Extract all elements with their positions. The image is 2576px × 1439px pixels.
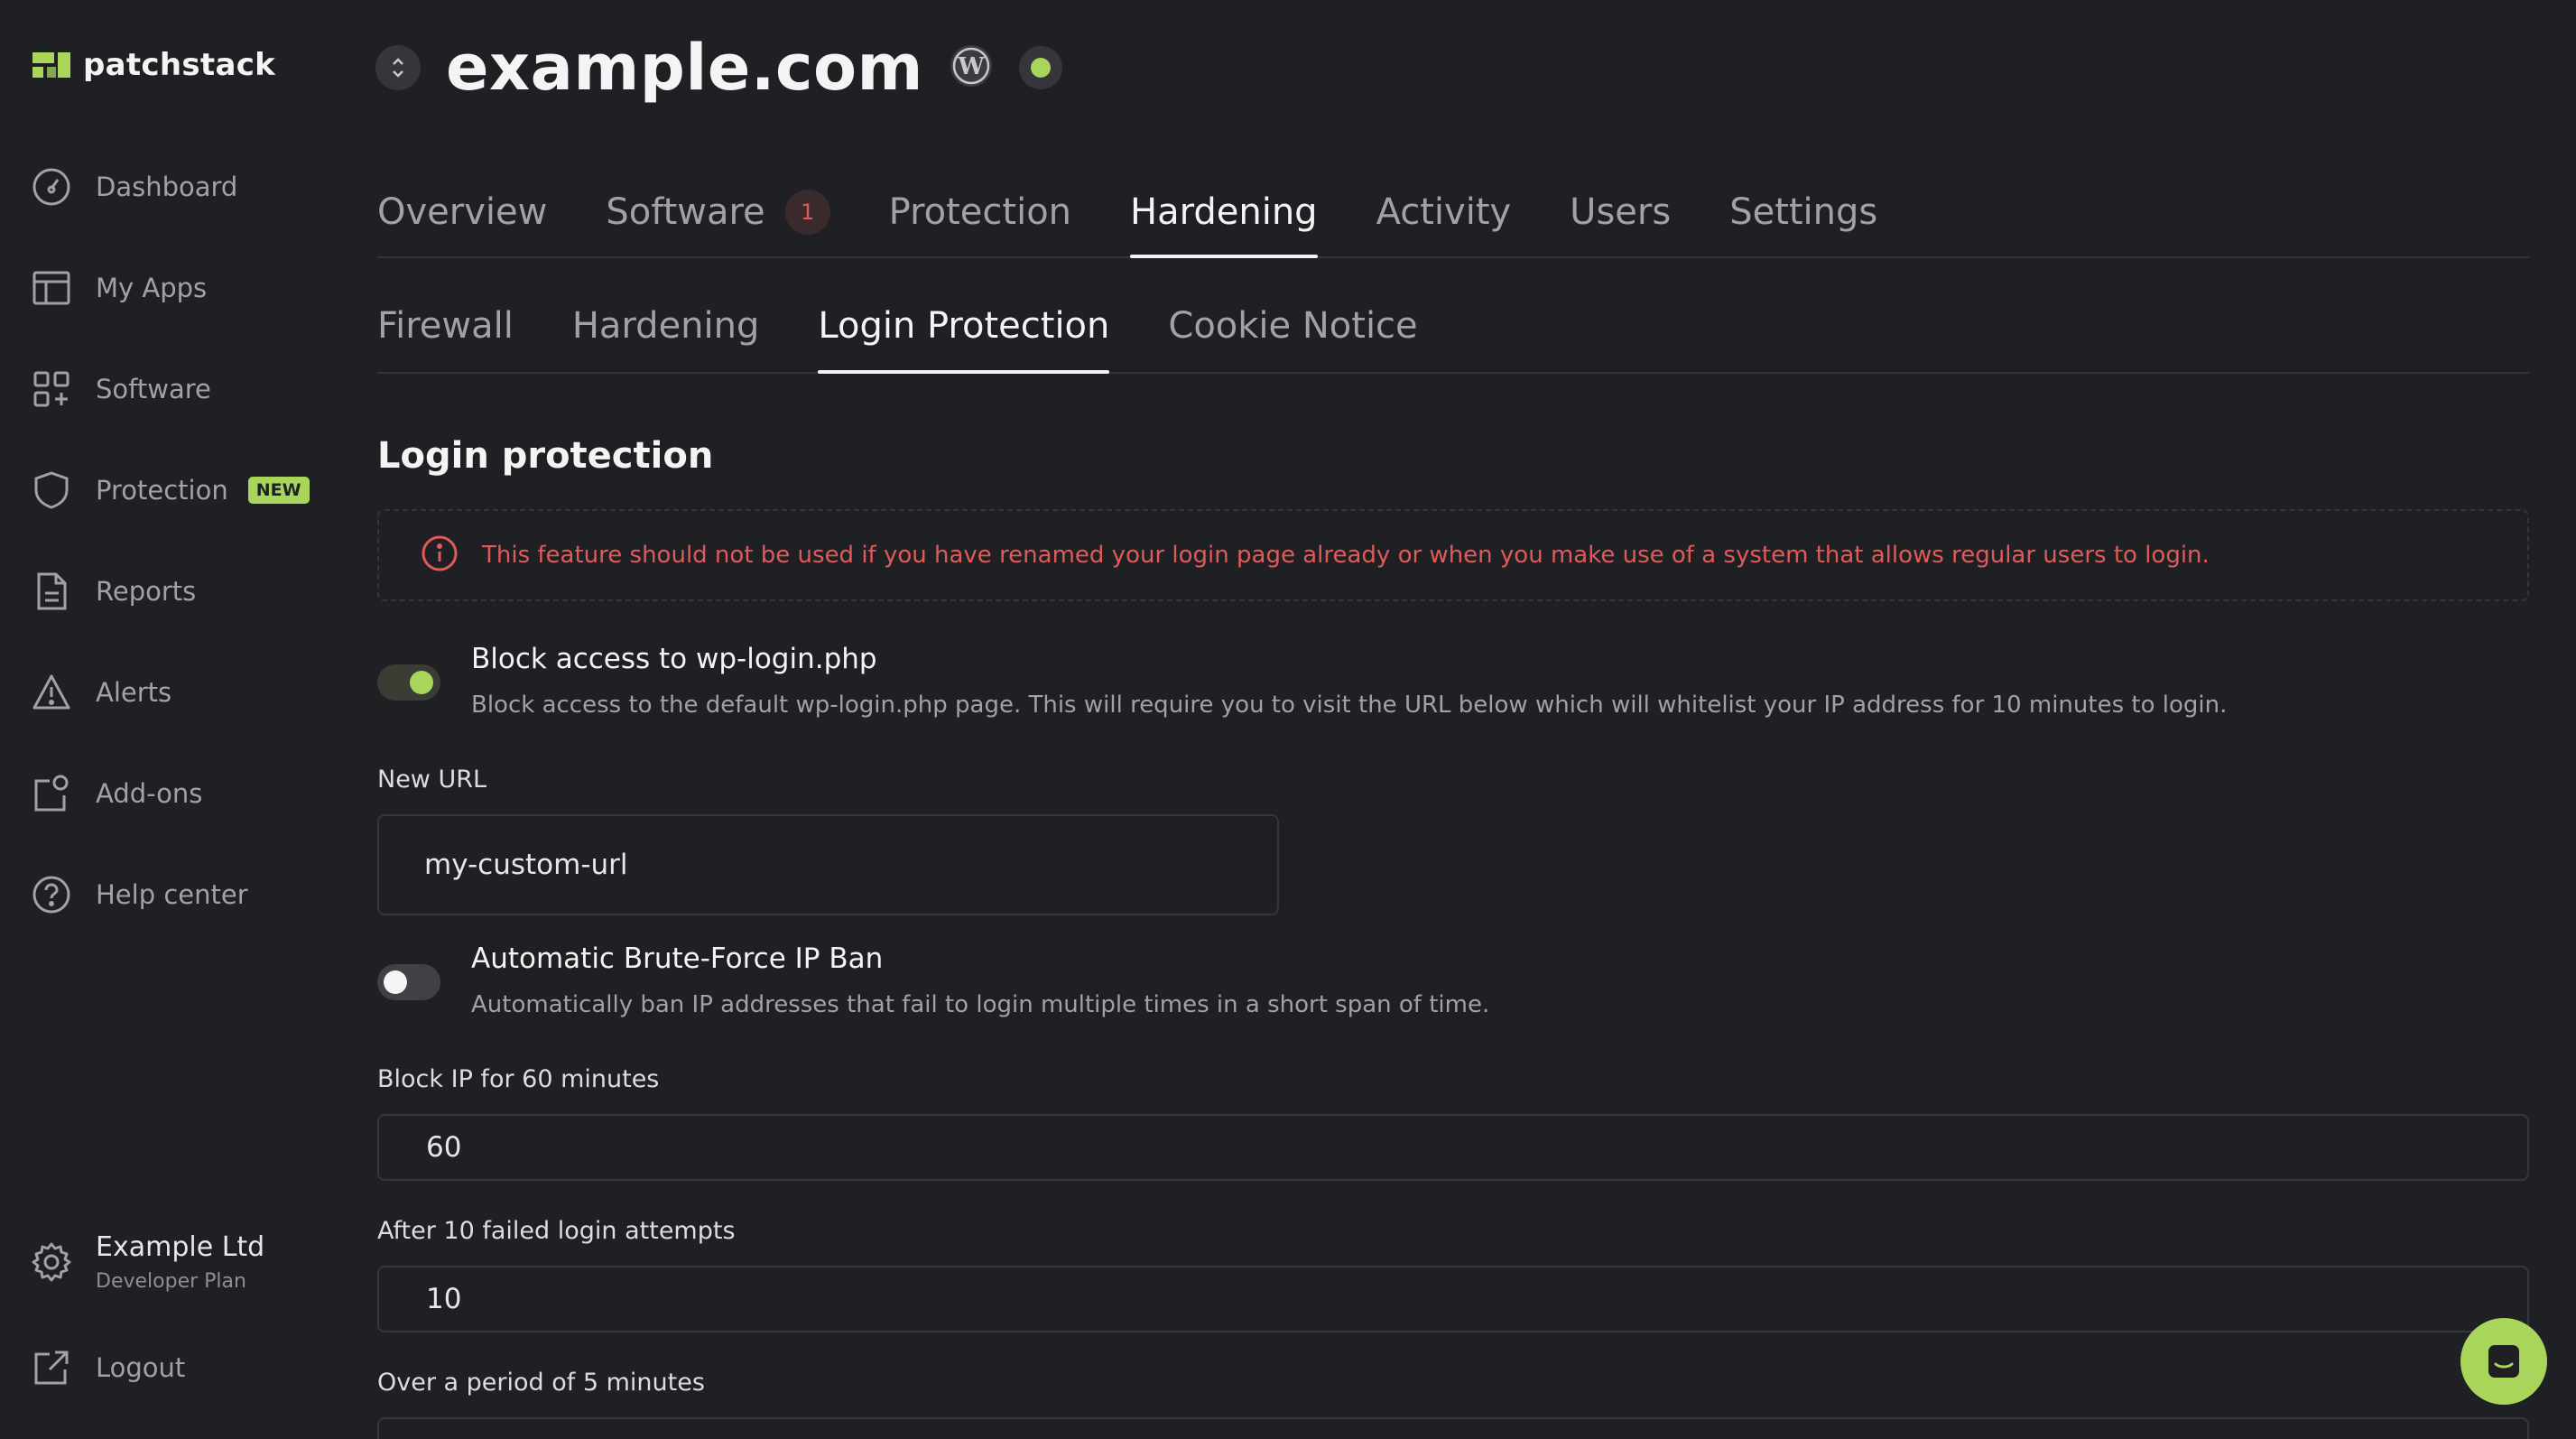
failed-attempts-input[interactable]: 10 (377, 1266, 2529, 1332)
apps-grid-icon (31, 368, 72, 410)
organization-plan: Developer Plan (96, 1270, 246, 1293)
organization-switcher[interactable]: Example Ltd Developer Plan (31, 1231, 264, 1293)
addon-icon (31, 773, 72, 814)
sidebar: patchstack Dashboard My Apps Software Pr… (0, 0, 343, 1439)
warning-text: This feature should not be used if you h… (482, 542, 2210, 569)
brute-force-setting: Automatic Brute-Force IP Ban Automatical… (377, 942, 1489, 1018)
tab-settings[interactable]: Settings (1729, 181, 1877, 256)
info-alert-icon (421, 534, 459, 576)
document-icon (31, 571, 72, 612)
organization-name: Example Ltd (96, 1231, 265, 1263)
period-label: Over a period of 5 minutes (377, 1369, 705, 1397)
gear-icon (31, 1241, 72, 1283)
sub-tabs: Firewall Hardening Login Protection Cook… (377, 298, 2529, 374)
subtab-cookie-notice[interactable]: Cookie Notice (1168, 298, 1417, 372)
sidebar-item-dashboard[interactable]: Dashboard (31, 164, 237, 209)
warning-alert: This feature should not be used if you h… (377, 509, 2529, 601)
brute-force-title: Automatic Brute-Force IP Ban (471, 942, 884, 975)
app-root: patchstack Dashboard My Apps Software Pr… (0, 0, 2576, 1439)
gauge-icon (31, 166, 72, 208)
layout-icon (31, 267, 72, 309)
tab-protection[interactable]: Protection (889, 181, 1071, 256)
sidebar-item-help-center[interactable]: Help center (31, 872, 248, 917)
brute-force-toggle[interactable] (377, 964, 440, 1000)
logout-button[interactable]: Logout (31, 1347, 185, 1388)
site-header: example.com W (375, 27, 1062, 108)
patchstack-logo-icon (32, 49, 70, 81)
main-tabs: Overview Software 1 Protection Hardening… (377, 181, 2529, 258)
wordpress-icon: W (949, 43, 994, 92)
brute-force-description: Automatically ban IP addresses that fail… (471, 991, 1490, 1018)
block-login-description: Block access to the default wp-login.php… (471, 692, 2228, 719)
sidebar-item-software[interactable]: Software (31, 367, 211, 412)
svg-text:W: W (957, 53, 985, 80)
sidebar-item-my-apps[interactable]: My Apps (31, 265, 207, 311)
tab-software[interactable]: Software 1 (606, 181, 830, 256)
new-badge: NEW (247, 477, 310, 504)
tab-users[interactable]: Users (1570, 181, 1671, 256)
failed-attempts-label: After 10 failed login attempts (377, 1217, 736, 1245)
block-minutes-label: Block IP for 60 minutes (377, 1065, 660, 1093)
new-url-input[interactable]: my-custom-url (377, 814, 1279, 915)
brand-logo[interactable]: patchstack (32, 47, 275, 83)
subtab-hardening[interactable]: Hardening (572, 298, 760, 372)
software-count-badge: 1 (784, 190, 830, 235)
section-title: Login protection (377, 435, 714, 477)
sidebar-item-reports[interactable]: Reports (31, 569, 196, 614)
block-minutes-input[interactable]: 60 (377, 1114, 2529, 1181)
sidebar-item-protection[interactable]: Protection NEW (31, 468, 310, 513)
site-title: example.com (446, 31, 923, 105)
subtab-login-protection[interactable]: Login Protection (818, 298, 1110, 374)
warning-icon (31, 672, 72, 713)
site-switcher-button[interactable] (375, 45, 421, 90)
shield-icon (31, 469, 72, 511)
block-login-toggle[interactable] (377, 664, 440, 701)
block-login-title: Block access to wp-login.php (471, 643, 877, 675)
organization-info: Example Ltd Developer Plan (96, 1231, 264, 1293)
sidebar-item-alerts[interactable]: Alerts (31, 670, 171, 715)
help-icon (31, 874, 72, 915)
brand-name: patchstack (83, 47, 276, 83)
block-login-setting: Block access to wp-login.php Block acces… (377, 643, 2227, 719)
site-status-indicator (1019, 46, 1062, 89)
chat-support-button[interactable] (2460, 1318, 2547, 1405)
chat-icon (2488, 1345, 2519, 1378)
sidebar-item-add-ons[interactable]: Add-ons (31, 771, 202, 816)
tab-overview[interactable]: Overview (377, 181, 547, 256)
tab-hardening[interactable]: Hardening (1130, 181, 1318, 258)
period-input[interactable] (377, 1417, 2529, 1439)
new-url-label: New URL (377, 766, 487, 794)
subtab-firewall[interactable]: Firewall (377, 298, 514, 372)
chevron-up-down-icon (393, 58, 403, 78)
external-link-icon (31, 1347, 72, 1388)
tab-activity[interactable]: Activity (1376, 181, 1512, 256)
